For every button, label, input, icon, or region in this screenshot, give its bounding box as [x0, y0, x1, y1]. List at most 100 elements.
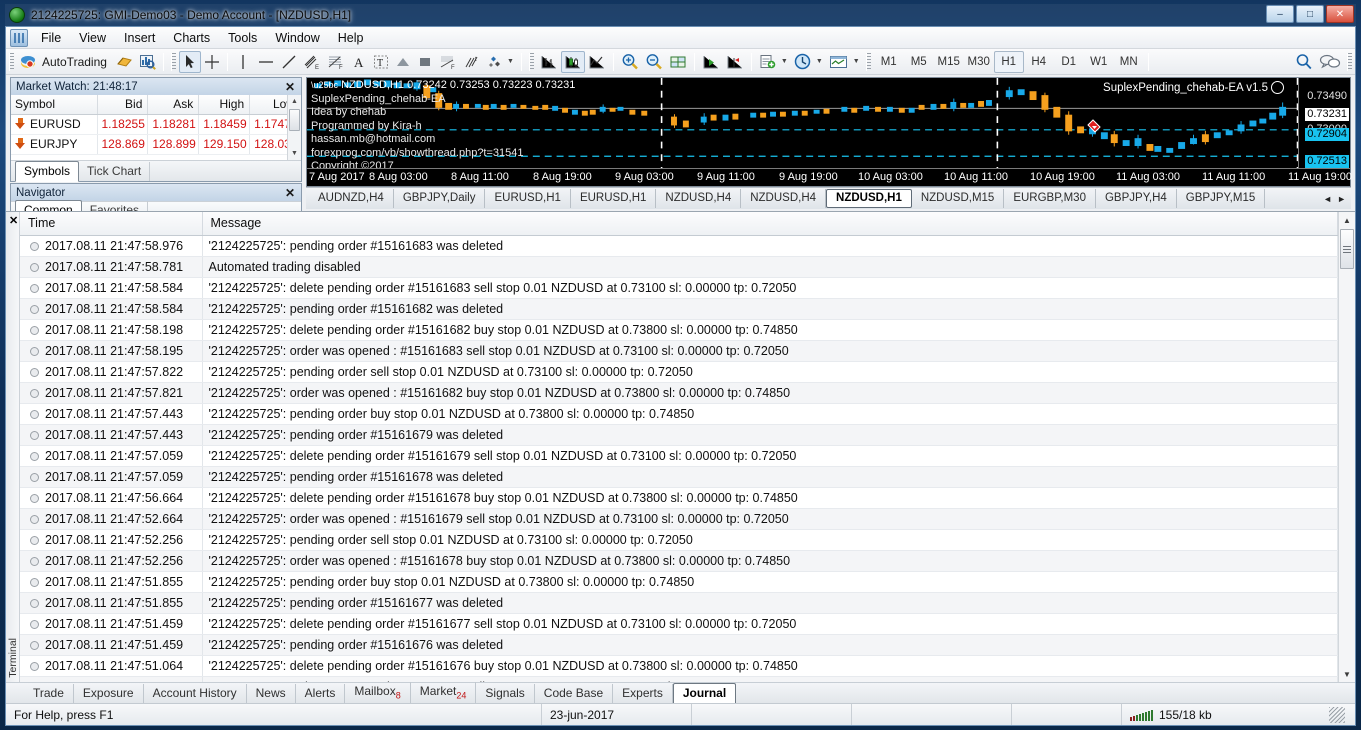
terminal-tab-trade[interactable]: Trade [24, 684, 74, 703]
cursor-tool-button[interactable] [179, 51, 201, 73]
timeframe-m30-button[interactable]: M30 [964, 51, 994, 73]
market-watch-close-icon[interactable]: ✕ [283, 80, 297, 94]
terminal-tab-news[interactable]: News [247, 684, 296, 703]
timeframe-w1-button[interactable]: W1 [1084, 51, 1114, 73]
rectangle-shape-button[interactable] [414, 51, 436, 73]
toolbar-grip[interactable] [9, 53, 14, 71]
fibonacci-retracement-tool-button[interactable]: F [324, 51, 348, 73]
templates-dropdown-button[interactable]: ▼ [826, 51, 863, 73]
chart-tab-eurusd-h1[interactable]: EURUSD,H1 [485, 189, 570, 208]
mw-col-bid[interactable]: Bid [97, 95, 148, 115]
bar-chart-button[interactable] [537, 51, 561, 73]
chart-tab-gbpjpy-h4[interactable]: GBPJPY,H4 [1096, 189, 1177, 208]
maximize-button[interactable]: □ [1296, 5, 1324, 23]
chart-tab-nzdusd-h4[interactable]: NZDUSD,H4 [656, 189, 741, 208]
zoom-out-button[interactable] [642, 51, 666, 73]
navigator-close-icon[interactable]: ✕ [283, 186, 297, 200]
chart-canvas[interactable]: \u25bc NZDUSD,H1 0.73242 0.73253 0.73223… [307, 78, 1350, 168]
toolbar-grip-2[interactable] [171, 53, 176, 71]
journal-row[interactable]: 2017.08.11 21:47:50.209'2124225725': ord… [20, 677, 1338, 683]
journal-row[interactable]: 2017.08.11 21:47:57.822'2124225725': pen… [20, 362, 1338, 383]
line-chart-button[interactable] [585, 51, 609, 73]
scrollbar-thumb[interactable] [289, 109, 300, 131]
chat-icon-button[interactable] [1316, 51, 1344, 73]
scrollbar-thumb[interactable] [1340, 229, 1354, 269]
chart-tab-audnzd-h4[interactable]: AUDNZD,H4 [309, 189, 394, 208]
journal-table-wrapper[interactable]: Time Message 2017.08.11 21:47:58.976'212… [20, 212, 1338, 682]
indicators-dropdown-button[interactable]: ▼ [756, 51, 791, 73]
text-tool-button[interactable]: A [348, 51, 370, 73]
timeframe-m1-button[interactable]: M1 [874, 51, 904, 73]
journal-row[interactable]: 2017.08.11 21:47:57.059'2124225725': pen… [20, 467, 1338, 488]
terminal-tab-mailbox[interactable]: Mailbox8 [345, 682, 410, 703]
market-watch-row[interactable]: EURJPY 128.869 128.899 129.150 128.036 [11, 135, 301, 155]
mw-col-high[interactable]: High [199, 95, 250, 115]
market-watch-row[interactable]: EURUSD 1.18255 1.18281 1.18459 1.17474 [11, 115, 301, 135]
terminal-tab-account-history[interactable]: Account History [144, 684, 247, 703]
zoom-in-button[interactable] [618, 51, 642, 73]
chart-tab-eurusd-h1-2[interactable]: EURUSD,H1 [571, 189, 656, 208]
menu-item-help[interactable]: Help [329, 28, 373, 48]
price-axis[interactable]: 0.73490 0.73231 0.73000 0.72904 0.72513 [1298, 78, 1350, 168]
journal-row[interactable]: 2017.08.11 21:47:52.256'2124225725': ord… [20, 551, 1338, 572]
menu-item-window[interactable]: Window [266, 28, 328, 48]
terminal-tab-market[interactable]: Market24 [411, 682, 477, 703]
journal-row[interactable]: 2017.08.11 21:47:58.976'2124225725': pen… [20, 236, 1338, 257]
window-resize-grip[interactable] [1329, 707, 1345, 723]
chart-shift-button[interactable] [723, 51, 747, 73]
search-icon-button[interactable] [1292, 51, 1316, 73]
mw-col-symbol[interactable]: Symbol [11, 95, 97, 115]
chart-tab-nzdusd-h4-2[interactable]: NZDUSD,H4 [741, 189, 826, 208]
journal-row[interactable]: 2017.08.11 21:47:57.443'2124225725': pen… [20, 404, 1338, 425]
chart-tab-nzdusd-m15[interactable]: NZDUSD,M15 [912, 189, 1004, 208]
fibonacci-fan-tool-button[interactable]: F [436, 51, 460, 73]
timeframe-m5-button[interactable]: M5 [904, 51, 934, 73]
terminal-close-icon[interactable]: ✕ [9, 214, 18, 227]
scroll-up-icon[interactable]: ▲ [288, 95, 301, 108]
journal-row[interactable]: 2017.08.11 21:47:57.059'2124225725': del… [20, 446, 1338, 467]
autotrading-button[interactable]: AutoTrading [17, 51, 113, 73]
timeframe-h4-button[interactable]: H4 [1024, 51, 1054, 73]
strategy-tester-button[interactable] [136, 51, 159, 73]
journal-row[interactable]: 2017.08.11 21:47:58.195'2124225725': ord… [20, 341, 1338, 362]
journal-row[interactable]: 2017.08.11 21:47:56.664'2124225725': del… [20, 488, 1338, 509]
tab-tick-chart[interactable]: Tick Chart [79, 162, 150, 181]
menu-item-insert[interactable]: Insert [115, 28, 164, 48]
crosshair-tool-button[interactable] [201, 51, 223, 73]
equidistant-channel-tool-button[interactable]: E [300, 51, 324, 73]
chart-tab-nzdusd-h1[interactable]: NZDUSD,H1 [826, 189, 912, 208]
data-window-button[interactable] [666, 51, 690, 73]
tabs-scroll-left-icon[interactable]: ◄ [1321, 194, 1334, 204]
timeframe-m15-button[interactable]: M15 [934, 51, 964, 73]
journal-col-message[interactable]: Message [202, 212, 1338, 236]
tab-symbols[interactable]: Symbols [15, 161, 79, 182]
candlestick-chart-button[interactable] [561, 51, 585, 73]
timeframe-d1-button[interactable]: D1 [1054, 51, 1084, 73]
chart-tab-gbpjpy-daily[interactable]: GBPJPY,Daily [394, 189, 486, 208]
minimize-button[interactable]: – [1266, 5, 1294, 23]
scroll-down-icon[interactable]: ▼ [288, 147, 301, 160]
expert-advisors-button[interactable] [113, 51, 136, 73]
terminal-tab-code-base[interactable]: Code Base [535, 684, 613, 703]
journal-row[interactable]: 2017.08.11 21:47:58.584'2124225725': pen… [20, 299, 1338, 320]
vertical-line-tool-button[interactable] [232, 51, 254, 73]
scroll-up-icon[interactable]: ▲ [1339, 212, 1355, 228]
toolbar-grip-4[interactable] [866, 53, 871, 71]
scroll-down-icon[interactable]: ▼ [1339, 666, 1355, 682]
trendline-tool-button[interactable] [278, 51, 300, 73]
journal-row[interactable]: 2017.08.11 21:47:58.584'2124225725': del… [20, 278, 1338, 299]
andrews-pitchfork-tool-button[interactable]: t [460, 51, 484, 73]
journal-row[interactable]: 2017.08.11 21:47:52.256'2124225725': pen… [20, 530, 1338, 551]
close-button[interactable]: ✕ [1326, 5, 1354, 23]
journal-row[interactable]: 2017.08.11 21:47:58.198'2124225725': del… [20, 320, 1338, 341]
chart-tab-gbpjpy-m15[interactable]: GBPJPY,M15 [1177, 189, 1265, 208]
toolbar-grip-3[interactable] [529, 53, 534, 71]
terminal-tab-alerts[interactable]: Alerts [296, 684, 346, 703]
chart-window[interactable]: \u25bc NZDUSD,H1 0.73242 0.73253 0.73223… [306, 77, 1351, 187]
journal-row[interactable]: 2017.08.11 21:47:52.664'2124225725': ord… [20, 509, 1338, 530]
period-dropdown-button[interactable]: ▼ [791, 51, 826, 73]
shapes-dropdown-button[interactable]: ▼ [484, 51, 517, 73]
mw-col-ask[interactable]: Ask [148, 95, 199, 115]
journal-row[interactable]: 2017.08.11 21:47:51.064'2124225725': del… [20, 656, 1338, 677]
journal-col-time[interactable]: Time [20, 212, 202, 236]
